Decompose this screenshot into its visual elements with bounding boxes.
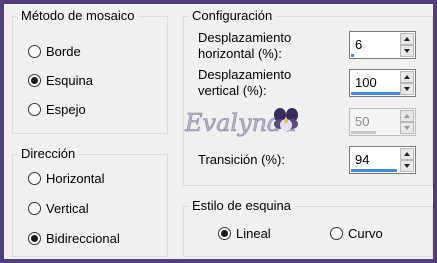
config-group: Configuración Desplazamiento horizontal … xyxy=(183,8,433,186)
corner-style-group: Estilo de esquina Lineal Curvo xyxy=(183,198,433,257)
transition-label: Transición (%): xyxy=(198,152,285,167)
config-legend: Configuración xyxy=(188,8,277,24)
radio-espejo[interactable]: Espejo xyxy=(28,102,86,117)
vertical-offset-label-2: vertical (%): xyxy=(198,83,267,98)
vertical-offset-label-1: Desplazamiento xyxy=(198,67,292,82)
radio-horizontal[interactable]: Horizontal xyxy=(28,171,105,186)
direction-group: Dirección Horizontal Vertical Bidireccio… xyxy=(12,146,168,257)
horizontal-offset-label-2: horizontal (%): xyxy=(198,46,282,61)
disabled-stepper: 50 xyxy=(349,108,416,136)
transition-value[interactable]: 94 xyxy=(355,152,369,168)
horizontal-offset-stepper[interactable]: 6 xyxy=(349,31,416,59)
transition-down-button[interactable] xyxy=(400,160,414,172)
mosaic-method-group: Método de mosaico Borde Esquina Espejo xyxy=(12,8,168,134)
dialog-panel: Método de mosaico Borde Esquina Espejo D… xyxy=(4,4,433,259)
radio-lineal-circle[interactable] xyxy=(218,227,231,240)
radio-espejo-circle[interactable] xyxy=(28,103,41,116)
disabled-down-button xyxy=(400,122,414,134)
radio-curvo[interactable]: Curvo xyxy=(330,226,383,241)
radio-esquina-circle[interactable] xyxy=(28,74,41,87)
radio-esquina-label: Esquina xyxy=(46,73,93,88)
corner-style-legend: Estilo de esquina xyxy=(188,198,296,214)
radio-curvo-circle[interactable] xyxy=(330,227,343,240)
horizontal-offset-label-1: Desplazamiento xyxy=(198,30,292,45)
direction-legend: Dirección xyxy=(17,146,80,162)
transition-stepper[interactable]: 94 xyxy=(349,146,416,174)
radio-bidireccional-label: Bidireccional xyxy=(46,231,120,246)
vertical-offset-up-button[interactable] xyxy=(400,71,414,83)
radio-vertical-circle[interactable] xyxy=(28,202,41,215)
horizontal-offset-down-button[interactable] xyxy=(400,45,414,57)
radio-lineal-label: Lineal xyxy=(236,226,271,241)
radio-borde-circle[interactable] xyxy=(28,45,41,58)
disabled-up-button xyxy=(400,110,414,122)
radio-borde-label: Borde xyxy=(46,44,81,59)
vertical-offset-down-button[interactable] xyxy=(400,83,414,95)
evalynda-watermark: Evalynda xyxy=(183,102,301,142)
radio-espejo-label: Espejo xyxy=(46,102,86,117)
transition-up-button[interactable] xyxy=(400,148,414,160)
radio-vertical-label: Vertical xyxy=(46,201,89,216)
horizontal-offset-value[interactable]: 6 xyxy=(355,37,362,53)
disabled-value: 50 xyxy=(355,114,370,129)
mosaic-method-legend: Método de mosaico xyxy=(17,8,139,24)
horizontal-offset-up-button[interactable] xyxy=(400,33,414,45)
transition-progress xyxy=(351,169,397,172)
violet-flower-icon: Evalynda xyxy=(184,108,298,137)
radio-borde[interactable]: Borde xyxy=(28,44,81,59)
radio-bidireccional-circle[interactable] xyxy=(28,232,41,245)
disabled-progress xyxy=(351,131,376,134)
radio-vertical[interactable]: Vertical xyxy=(28,201,89,216)
horizontal-offset-progress xyxy=(351,54,354,57)
radio-curvo-label: Curvo xyxy=(348,226,383,241)
radio-bidireccional[interactable]: Bidireccional xyxy=(28,231,120,246)
vertical-offset-value[interactable]: 100 xyxy=(355,75,377,91)
radio-esquina[interactable]: Esquina xyxy=(28,73,93,88)
radio-horizontal-circle[interactable] xyxy=(28,172,41,185)
radio-lineal[interactable]: Lineal xyxy=(218,226,271,241)
vertical-offset-stepper[interactable]: 100 xyxy=(349,69,416,97)
radio-horizontal-label: Horizontal xyxy=(46,171,105,186)
vertical-offset-progress xyxy=(351,92,400,95)
